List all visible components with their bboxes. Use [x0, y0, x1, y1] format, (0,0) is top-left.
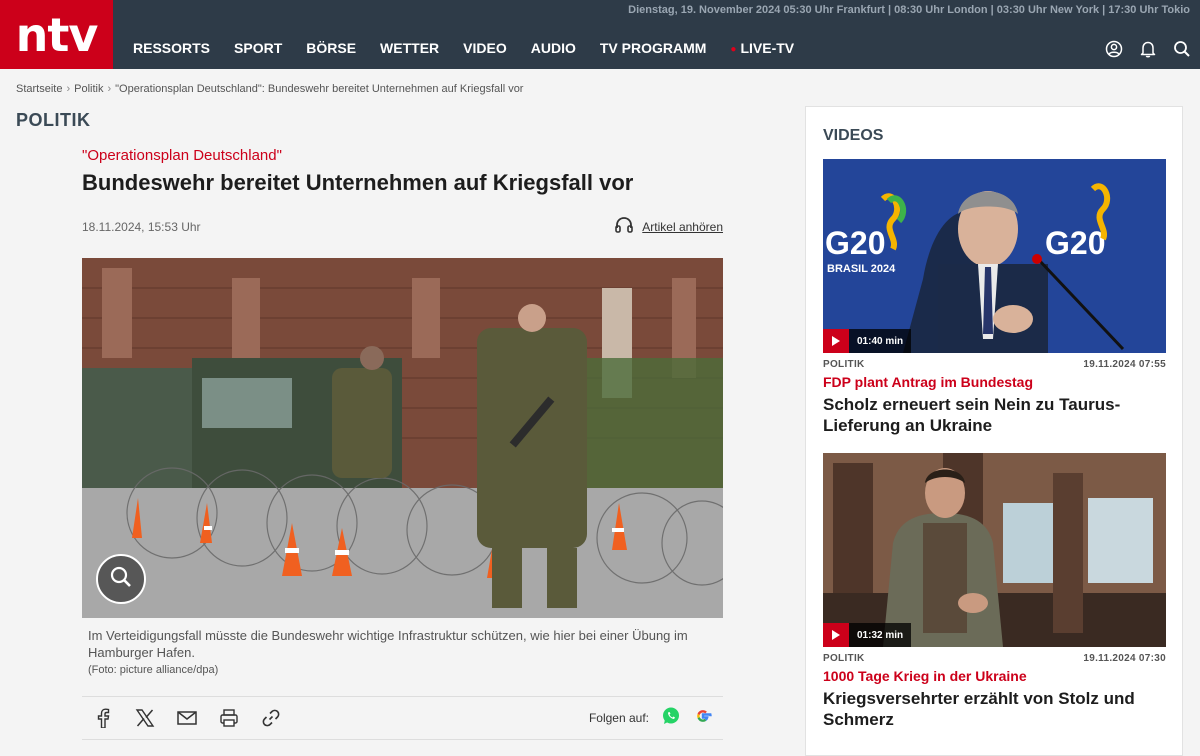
g20-banner-text-left: G20: [825, 225, 885, 261]
sidebar-title: VIDEOS: [823, 127, 884, 144]
main-nav: RESSORTS SPORT BÖRSE WETTER VIDEO AUDIO …: [121, 40, 806, 56]
ntv-logo[interactable]: ntv: [0, 0, 113, 69]
video-date: 19.11.2024 07:30: [1083, 653, 1166, 664]
section-title: POLITIK: [16, 110, 91, 130]
nav-item-tv-programm[interactable]: TV PROGRAMM: [588, 40, 719, 56]
chevron-right-icon: ›: [107, 83, 112, 95]
listen-article-button[interactable]: Artikel anhören: [614, 216, 723, 237]
videos-sidebar: VIDEOS G20 BRASIL 2024 G20 01:40 min POL…: [805, 106, 1183, 756]
user-icon[interactable]: [1104, 39, 1124, 59]
datetime-bar: Dienstag, 19. November 2024 05:30 Uhr Fr…: [628, 4, 1190, 16]
logo-text: ntv: [15, 7, 99, 62]
g20-banner-sub-left: BRASIL 2024: [827, 263, 896, 275]
article-kicker: "Operationsplan Deutschland": [82, 147, 282, 164]
video-kicker: FDP plant Antrag im Bundestag: [823, 374, 1034, 390]
share-icons: [92, 707, 282, 729]
article-meta: 18.11.2024, 15:53 Uhr Artikel anhören: [82, 216, 723, 237]
image-credit: (Foto: picture alliance/dpa): [88, 663, 219, 676]
video-duration: 01:32 min: [823, 623, 912, 647]
site-header: ntv Dienstag, 19. November 2024 05:30 Uh…: [0, 0, 1200, 69]
nav-item-boerse[interactable]: BÖRSE: [294, 40, 368, 56]
video-category: POLITIK: [823, 359, 865, 370]
article: "Operationsplan Deutschland" Bundeswehr …: [82, 147, 723, 740]
hero-image[interactable]: [82, 258, 723, 618]
nav-item-live-tv[interactable]: ● LIVE-TV: [718, 40, 806, 56]
mail-icon[interactable]: [176, 707, 198, 729]
live-tv-label: LIVE-TV: [740, 40, 795, 56]
bell-icon[interactable]: [1138, 39, 1158, 59]
video-meta: POLITIK 19.11.2024 07:55: [823, 359, 1166, 370]
live-dot-icon: ●: [730, 44, 737, 55]
nav-item-audio[interactable]: AUDIO: [519, 40, 588, 56]
image-caption: Im Verteidigungsfall müsste die Bundeswe…: [88, 628, 688, 660]
print-icon[interactable]: [218, 707, 240, 729]
video-date: 19.11.2024 07:55: [1083, 359, 1166, 370]
video-kicker: 1000 Tage Krieg in der Ukraine: [823, 668, 1027, 684]
g20-banner-text-right: G20: [1045, 225, 1105, 261]
google-icon[interactable]: [693, 706, 713, 729]
breadcrumb: Startseite › Politik › "Operationsplan D…: [16, 83, 523, 95]
chevron-right-icon: ›: [66, 83, 71, 95]
video-title[interactable]: Kriegsversehrter erzählt von Stolz und S…: [823, 688, 1166, 731]
nav-item-sport[interactable]: SPORT: [222, 40, 294, 56]
nav-item-ressorts[interactable]: RESSORTS: [121, 40, 222, 56]
nav-item-video[interactable]: VIDEO: [451, 40, 519, 56]
whatsapp-icon[interactable]: [661, 706, 681, 729]
x-icon[interactable]: [134, 707, 156, 729]
duration-text: 01:32 min: [857, 629, 904, 641]
breadcrumb-current: "Operationsplan Deutschland": Bundeswehr…: [115, 83, 524, 95]
video-meta: POLITIK 19.11.2024 07:30: [823, 653, 1166, 664]
play-icon: [823, 329, 849, 353]
duration-text: 01:40 min: [857, 335, 904, 347]
magnifier-icon: [109, 565, 133, 594]
breadcrumb-home[interactable]: Startseite: [16, 83, 62, 95]
listen-label: Artikel anhören: [642, 219, 723, 234]
header-icons: [1104, 39, 1192, 59]
zoom-button[interactable]: [96, 554, 146, 604]
follow-section: Folgen auf:: [589, 706, 713, 729]
video-thumbnail[interactable]: 01:32 min: [823, 453, 1166, 647]
video-category: POLITIK: [823, 653, 865, 664]
link-icon[interactable]: [260, 707, 282, 729]
headphones-icon: [614, 216, 634, 237]
video-duration: 01:40 min: [823, 329, 912, 353]
article-headline: Bundeswehr bereitet Unternehmen auf Krie…: [82, 170, 634, 195]
article-date: 18.11.2024, 15:53 Uhr: [82, 219, 201, 234]
breadcrumb-politik[interactable]: Politik: [74, 83, 103, 95]
video-thumbnail[interactable]: G20 BRASIL 2024 G20 01:40 min: [823, 159, 1166, 353]
play-icon: [823, 623, 849, 647]
nav-item-wetter[interactable]: WETTER: [368, 40, 451, 56]
video-card[interactable]: G20 BRASIL 2024 G20 01:40 min POLITIK 19…: [823, 159, 1166, 437]
share-bar: Folgen auf:: [82, 695, 723, 740]
search-icon[interactable]: [1172, 39, 1192, 59]
follow-label: Folgen auf:: [588, 710, 649, 725]
facebook-icon[interactable]: [92, 707, 114, 729]
video-card[interactable]: 01:32 min POLITIK 19.11.2024 07:30 1000 …: [823, 453, 1166, 731]
video-title[interactable]: Scholz erneuert sein Nein zu Taurus-Lief…: [823, 394, 1166, 437]
